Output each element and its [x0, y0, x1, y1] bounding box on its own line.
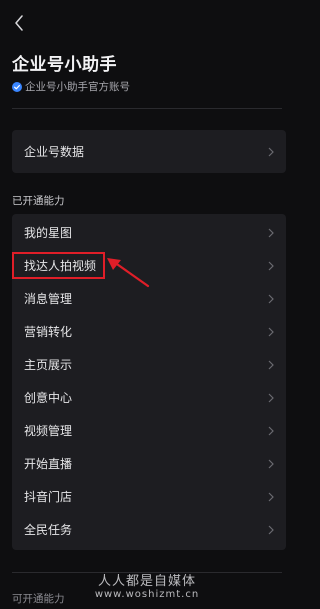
subtitle-text: 企业号小助手官方账号: [25, 81, 130, 93]
capability-label: 创意中心: [24, 391, 73, 405]
capability-label: 视频管理: [24, 424, 73, 438]
chevron-right-icon: [268, 360, 274, 370]
capability-label: 主页展示: [24, 358, 73, 372]
capability-label: 全民任务: [24, 523, 73, 537]
chevron-right-icon: [268, 426, 274, 436]
chevron-right-icon: [268, 261, 274, 271]
enterprise-data-row[interactable]: 企业号数据: [12, 130, 286, 173]
capability-all-people-tasks[interactable]: 全民任务: [12, 513, 286, 546]
account-subtitle: 企业号小助手官方账号: [12, 79, 130, 94]
capability-marketing-conversion[interactable]: 营销转化: [12, 315, 286, 348]
capability-label: 我的星图: [24, 226, 73, 240]
chevron-right-icon: [268, 294, 274, 304]
watermark-text: 人人都是自媒体: [97, 574, 196, 589]
capability-my-star-map[interactable]: 我的星图: [12, 216, 286, 249]
capability-creative-center[interactable]: 创意中心: [12, 381, 286, 414]
chevron-right-icon: [268, 525, 274, 535]
capability-label: 找达人拍视频: [24, 259, 97, 273]
enabled-capabilities-list: 我的星图 找达人拍视频 消息管理 营销转化 主页展示 创意中心 视频管理 开始直…: [12, 214, 286, 550]
capability-label: 开始直播: [24, 457, 73, 471]
header-divider: [12, 108, 282, 109]
chevron-right-icon: [268, 393, 274, 403]
enterprise-data-label: 企业号数据: [24, 145, 85, 159]
capability-label: 抖音门店: [24, 490, 73, 504]
capability-message-management[interactable]: 消息管理: [12, 282, 286, 315]
chevron-right-icon: [268, 492, 274, 502]
page-title: 企业号小助手: [12, 55, 117, 75]
data-card: 企业号数据: [12, 130, 286, 173]
back-button[interactable]: [10, 12, 28, 34]
verified-icon: [12, 81, 22, 92]
capability-video-management[interactable]: 视频管理: [12, 414, 286, 447]
chevron-left-icon: [15, 15, 23, 31]
capability-start-live[interactable]: 开始直播: [12, 447, 286, 480]
chevron-right-icon: [268, 459, 274, 469]
chevron-right-icon: [268, 327, 274, 337]
capability-label: 消息管理: [24, 292, 73, 306]
chevron-right-icon: [268, 228, 274, 238]
watermark-url: www.woshizmt.cn: [94, 589, 200, 600]
capability-find-creator-video[interactable]: 找达人拍视频: [12, 249, 286, 282]
capability-douyin-store[interactable]: 抖音门店: [12, 480, 286, 513]
enabled-section-label: 已开通能力: [12, 195, 65, 207]
chevron-right-icon: [268, 147, 274, 157]
capability-homepage-display[interactable]: 主页展示: [12, 348, 286, 381]
capability-label: 营销转化: [24, 325, 73, 339]
